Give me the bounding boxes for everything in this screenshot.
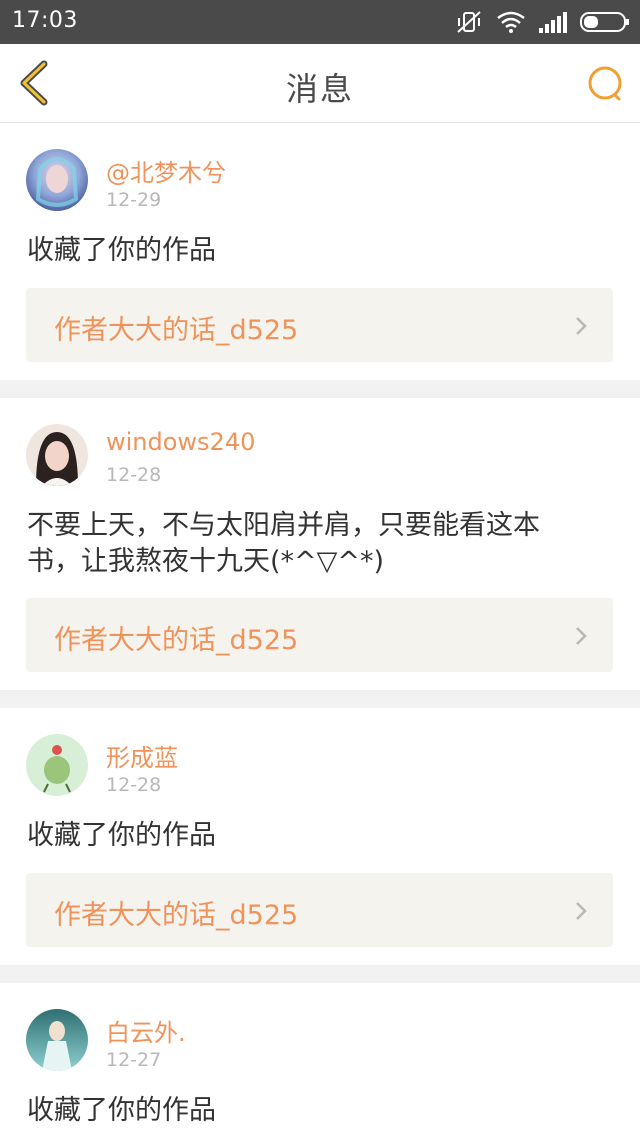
user-name[interactable]: windows240: [106, 428, 255, 456]
message-text: 收藏了你的作品: [27, 820, 216, 851]
message-text: 不要上天，不与太阳肩并肩，只要能看这本书，让我熬夜十九天(*^▽^*): [27, 510, 540, 577]
message-card: 白云外. 12-27 收藏了你的作品: [0, 983, 640, 1143]
avatar[interactable]: [26, 1009, 88, 1071]
message-date: 12-29: [106, 189, 162, 211]
message-date: 12-28: [106, 774, 162, 796]
message-date: 12-28: [106, 464, 162, 486]
search-button[interactable]: [586, 64, 626, 104]
user-name[interactable]: 形成蓝: [106, 738, 178, 773]
message-text: 收藏了你的作品: [27, 1095, 216, 1126]
signal-icon: [538, 11, 568, 33]
work-title: 作者大大的话_d525: [54, 900, 299, 931]
message-list: @北梦木兮 12-29 收藏了你的作品 作者大大的话_d525 windows2…: [0, 123, 640, 1143]
work-link[interactable]: 作者大大的话_d525: [26, 598, 613, 672]
separator: [0, 690, 640, 708]
status-time: 17:03: [12, 8, 78, 33]
message-card: @北梦木兮 12-29 收藏了你的作品 作者大大的话_d525: [0, 123, 640, 380]
user-name[interactable]: @北梦木兮: [106, 153, 226, 188]
work-link[interactable]: 作者大大的话_d525: [26, 288, 613, 362]
page-title: 消息: [285, 70, 354, 108]
search-icon: [588, 66, 622, 101]
avatar[interactable]: [26, 149, 88, 211]
chevron-right-icon: [576, 902, 587, 920]
user-name[interactable]: 白云外.: [106, 1013, 186, 1048]
app-header: 消息: [0, 44, 640, 123]
separator: [0, 965, 640, 983]
separator: [0, 380, 640, 398]
mute-vibrate-icon: [456, 10, 484, 34]
avatar[interactable]: [26, 734, 88, 796]
status-icons: [456, 8, 630, 36]
work-title: 作者大大的话_d525: [54, 315, 299, 346]
battery-icon: [580, 11, 630, 33]
message-card: 形成蓝 12-28 收藏了你的作品 作者大大的话_d525: [0, 708, 640, 965]
message-card: windows240 12-28 不要上天，不与太阳肩并肩，只要能看这本书，让我…: [0, 398, 640, 690]
avatar[interactable]: [26, 424, 88, 486]
wifi-icon: [496, 10, 526, 34]
status-bar: 17:03: [0, 0, 640, 44]
work-title: 作者大大的话_d525: [54, 625, 299, 656]
chevron-right-icon: [576, 627, 587, 645]
chevron-right-icon: [576, 317, 587, 335]
message-text: 收藏了你的作品: [27, 235, 216, 266]
work-link[interactable]: 作者大大的话_d525: [26, 873, 613, 947]
message-date: 12-27: [106, 1049, 162, 1071]
